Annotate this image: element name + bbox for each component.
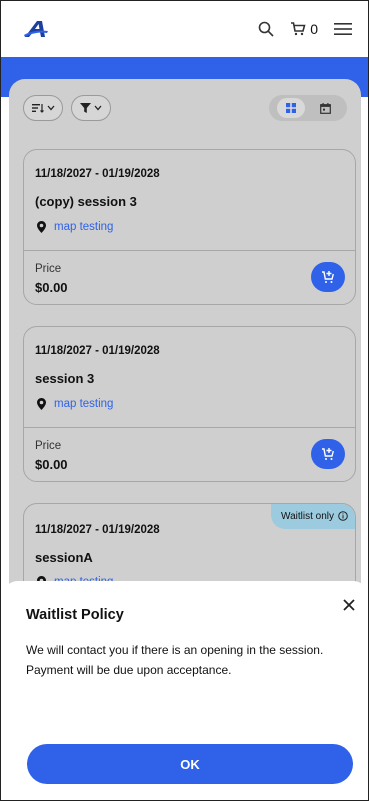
add-to-cart-button[interactable]: [311, 262, 345, 292]
location-pin-icon: [37, 221, 46, 233]
session-dates: 11/18/2027 - 01/19/2028: [35, 524, 160, 536]
price-label: Price: [35, 440, 62, 452]
session-card[interactable]: 11/18/2027 - 01/19/2028 session 3 map te…: [23, 326, 356, 482]
card-divider: [24, 250, 355, 251]
top-header: 0: [1, 1, 368, 57]
price-value: $0.00: [35, 280, 68, 295]
chevron-down-icon: [47, 105, 54, 111]
session-location: map testing: [54, 398, 114, 410]
session-location-link[interactable]: map testing: [37, 398, 113, 410]
session-name: session 3: [35, 371, 95, 386]
price-value: $0.00: [35, 457, 68, 472]
grid-view-icon: [285, 103, 296, 113]
sort-icon: [31, 104, 44, 113]
card-divider: [24, 427, 355, 428]
sort-button[interactable]: [23, 95, 63, 121]
filter-icon: [80, 103, 91, 113]
hamburger-menu-icon[interactable]: [334, 22, 352, 36]
app-frame: 0 11/18/2027 - 01/19/2028 (copy) session…: [0, 0, 369, 801]
add-to-cart-icon: [322, 448, 334, 460]
ok-button[interactable]: OK: [27, 744, 353, 784]
session-dates: 11/18/2027 - 01/19/2028: [35, 168, 160, 180]
modal-title: Waitlist Policy: [26, 607, 124, 623]
calendar-view-icon: [320, 102, 331, 114]
waitlist-policy-modal: Waitlist Policy We will contact you if t…: [2, 581, 368, 800]
add-to-cart-icon: [322, 271, 334, 283]
waitlist-badge[interactable]: Waitlist only: [271, 504, 355, 529]
cart-count: 0: [310, 21, 318, 37]
add-to-cart-button[interactable]: [311, 439, 345, 469]
list-toolbar: [23, 95, 347, 121]
view-toggle: [269, 95, 347, 121]
info-icon: [338, 511, 348, 521]
session-card[interactable]: 11/18/2027 - 01/19/2028 (copy) session 3…: [23, 149, 356, 305]
session-name: sessionA: [35, 550, 93, 565]
calendar-view-button[interactable]: [312, 98, 340, 118]
location-pin-icon: [37, 398, 46, 410]
brand-logo[interactable]: [23, 17, 49, 41]
search-icon[interactable]: [258, 21, 274, 37]
close-icon: [343, 599, 355, 611]
filter-button[interactable]: [71, 95, 111, 121]
session-location-link[interactable]: map testing: [37, 221, 113, 233]
waitlist-badge-label: Waitlist only: [281, 510, 334, 522]
close-button[interactable]: [339, 595, 359, 615]
cart-button[interactable]: 0: [290, 21, 318, 37]
session-name: (copy) session 3: [35, 194, 137, 209]
modal-body: We will contact you if there is an openi…: [26, 643, 324, 677]
price-label: Price: [35, 263, 62, 275]
cart-icon: [291, 22, 306, 36]
grid-view-button[interactable]: [276, 98, 305, 118]
chevron-down-icon: [94, 105, 102, 111]
session-dates: 11/18/2027 - 01/19/2028: [35, 345, 160, 357]
header-actions: 0: [258, 21, 352, 37]
session-location: map testing: [54, 221, 114, 233]
